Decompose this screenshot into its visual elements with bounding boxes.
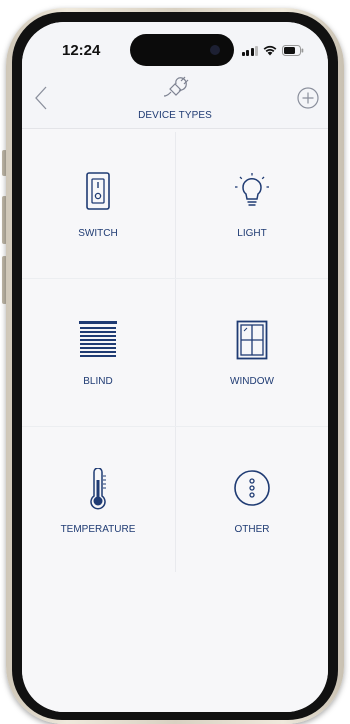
status-time: 12:24 <box>62 42 101 59</box>
grid-divider-horizontal <box>22 426 328 427</box>
battery-icon <box>282 45 304 56</box>
grid-divider-horizontal <box>22 278 328 279</box>
device-type-label: SWITCH <box>78 228 118 239</box>
device-type-label: BLIND <box>83 376 113 387</box>
device-type-switch[interactable]: SWITCH <box>24 132 172 272</box>
device-type-temperature[interactable]: TEMPERATURE <box>24 428 172 568</box>
plus-circle-icon <box>297 87 319 109</box>
screen: 12:24 DEVICE TYPES SWITCH LIGHT BLIND WI… <box>22 22 328 712</box>
dynamic-island <box>130 34 234 66</box>
window-icon <box>236 320 268 360</box>
more-icon <box>234 470 270 506</box>
blind-icon <box>79 321 117 357</box>
lightbulb-icon <box>235 173 269 206</box>
wifi-icon <box>263 45 277 56</box>
camera-icon <box>210 45 220 55</box>
empty-area <box>22 572 328 712</box>
plug-icon <box>163 76 189 97</box>
back-button[interactable] <box>30 84 54 112</box>
grid-divider-vertical <box>175 132 176 572</box>
device-type-window[interactable]: WINDOW <box>178 280 326 420</box>
thermometer-icon <box>90 468 106 510</box>
device-type-other[interactable]: OTHER <box>178 428 326 568</box>
switch-icon <box>86 172 110 210</box>
chevron-left-icon <box>35 86 47 110</box>
device-type-label: OTHER <box>234 524 270 535</box>
page-title: DEVICE TYPES <box>138 110 212 121</box>
device-type-label: LIGHT <box>237 228 267 239</box>
phone-frame: 12:24 DEVICE TYPES SWITCH LIGHT BLIND WI… <box>0 0 350 724</box>
status-icons <box>241 45 305 56</box>
signal-icon <box>241 46 258 56</box>
device-type-label: TEMPERATURE <box>60 524 136 535</box>
device-type-blind[interactable]: BLIND <box>24 280 172 420</box>
device-type-light[interactable]: LIGHT <box>178 132 326 272</box>
nav-bar: DEVICE TYPES <box>22 66 328 129</box>
add-device-button[interactable] <box>296 86 320 110</box>
device-type-label: WINDOW <box>230 376 274 387</box>
